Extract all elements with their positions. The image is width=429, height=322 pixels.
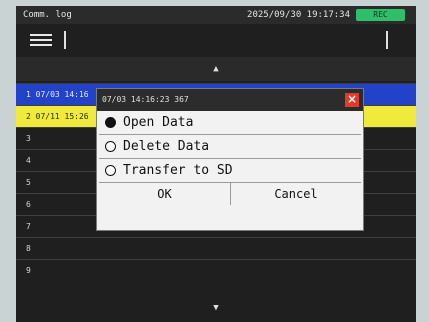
toolbar-divider-left [64,31,66,49]
list-item[interactable]: 8 [16,237,416,259]
option-open-data[interactable]: Open Data [99,111,361,135]
option-label: Transfer to SD [123,163,233,178]
dialog-header: 07/03 14:16:23 367 × [97,89,363,111]
radio-selected-icon [105,117,116,128]
toolbar [16,24,416,57]
radio-unselected-icon [105,141,116,152]
option-label: Delete Data [123,139,210,154]
triangle-down-icon: ▼ [213,303,219,313]
close-icon[interactable]: × [345,93,359,107]
cancel-button[interactable]: Cancel [231,183,361,205]
toolbar-divider-right [386,31,388,49]
dialog-button-row: OK Cancel [99,183,361,205]
screen-title: Comm. log [23,10,72,20]
dialog-title: 07/03 14:16:23 367 [102,95,189,104]
datetime-display: 2025/09/30 19:17:34 [247,10,350,20]
action-dialog: 07/03 14:16:23 367 × Open Data Delete Da… [96,88,364,231]
option-label: Open Data [123,115,194,130]
rec-badge: REC [356,9,405,21]
list-item[interactable]: 9 [16,259,416,281]
option-delete-data[interactable]: Delete Data [99,135,361,159]
radio-unselected-icon [105,165,116,176]
status-bar: Comm. log 2025/09/30 19:17:34 REC [16,6,416,24]
scroll-down-button[interactable]: ▼ [16,296,416,320]
option-transfer-to-sd[interactable]: Transfer to SD [99,159,361,183]
triangle-up-icon: ▲ [213,64,219,74]
ok-button[interactable]: OK [99,183,231,205]
device-screen: Comm. log 2025/09/30 19:17:34 REC ▲ 1 07… [16,6,416,322]
scroll-up-button[interactable]: ▲ [16,57,416,81]
hamburger-menu-icon[interactable] [30,32,52,48]
